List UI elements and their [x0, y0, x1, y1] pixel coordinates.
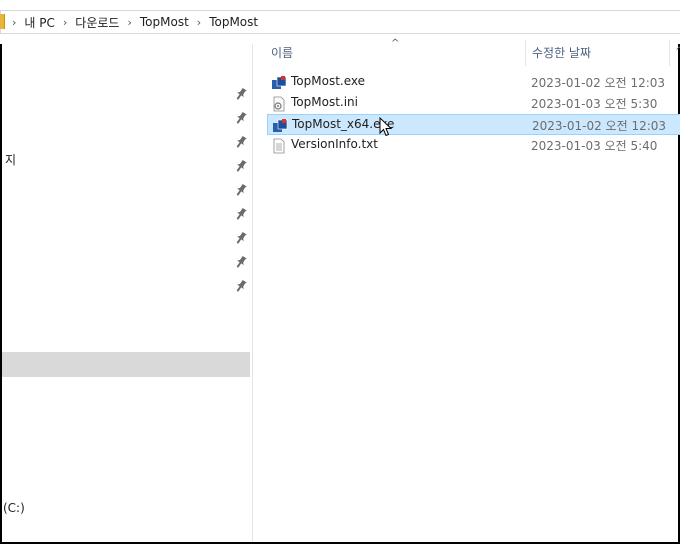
app-icon: [271, 75, 287, 91]
address-bar[interactable]: › 내 PC › 다운로드 › TopMost › TopMost: [0, 0, 680, 44]
app-icon: [272, 118, 288, 134]
pin-icon[interactable]: [235, 231, 247, 245]
pin-icon[interactable]: [235, 135, 247, 149]
breadcrumb[interactable]: › 내 PC › 다운로드 › TopMost › TopMost: [12, 14, 258, 30]
pin-icon[interactable]: [235, 111, 247, 125]
column-header-date-modified[interactable]: 수정한 날짜: [532, 44, 672, 66]
pin-icon[interactable]: [235, 159, 247, 173]
file-list[interactable]: ^ 이름 수정한 날짜 ^ TopMost.exe 2023-01-02 오전 …: [253, 38, 680, 542]
breadcrumb-item-downloads[interactable]: 다운로드: [75, 14, 119, 31]
nav-item-selected[interactable]: [2, 352, 250, 377]
breadcrumb-item-topmost-current[interactable]: TopMost: [209, 15, 258, 29]
chevron-right-icon[interactable]: ›: [127, 16, 131, 29]
file-row[interactable]: TopMost.exe 2023-01-02 오전 12:03: [267, 72, 680, 93]
file-name[interactable]: TopMost_x64.exe: [292, 117, 394, 131]
column-separator[interactable]: [525, 40, 526, 66]
breadcrumb-item-topmost[interactable]: TopMost: [140, 15, 189, 29]
navigation-pane[interactable]: 지 (C:): [2, 44, 252, 542]
pin-icon[interactable]: [235, 207, 247, 221]
pin-icon[interactable]: [235, 255, 247, 269]
chevron-right-icon[interactable]: ›: [12, 16, 16, 29]
column-separator[interactable]: [669, 40, 670, 66]
file-name[interactable]: TopMost.exe: [291, 74, 365, 88]
text-file-icon: [271, 138, 287, 154]
chevron-right-icon[interactable]: ›: [197, 16, 201, 29]
file-row[interactable]: TopMost.ini 2023-01-03 오전 5:30: [267, 93, 680, 114]
file-date: 2023-01-02 오전 12:03: [531, 76, 666, 90]
pin-icon[interactable]: [235, 183, 247, 197]
breadcrumb-item-this-pc[interactable]: 내 PC: [24, 14, 54, 31]
file-name[interactable]: TopMost.ini: [291, 95, 358, 109]
pin-icon[interactable]: [235, 87, 247, 101]
file-name[interactable]: VersionInfo.txt: [291, 137, 378, 151]
chevron-right-icon[interactable]: ›: [63, 16, 67, 29]
file-row[interactable]: VersionInfo.txt 2023-01-03 오전 5:40: [267, 135, 680, 156]
pin-icon[interactable]: [235, 279, 247, 293]
column-header-overflow[interactable]: ^: [675, 46, 680, 57]
column-header-name[interactable]: 이름: [271, 44, 525, 66]
folder-icon: [0, 14, 5, 29]
file-date: 2023-01-03 오전 5:30: [531, 97, 658, 111]
nav-item-drive-c[interactable]: (C:): [3, 501, 25, 515]
settings-file-icon: [271, 96, 287, 112]
file-date: 2023-01-03 오전 5:40: [531, 139, 658, 153]
file-date: 2023-01-02 오전 12:03: [532, 119, 667, 133]
file-row-selected[interactable]: TopMost_x64.exe 2023-01-02 오전 12:03: [267, 114, 680, 135]
nav-item-label[interactable]: 지: [5, 151, 16, 168]
